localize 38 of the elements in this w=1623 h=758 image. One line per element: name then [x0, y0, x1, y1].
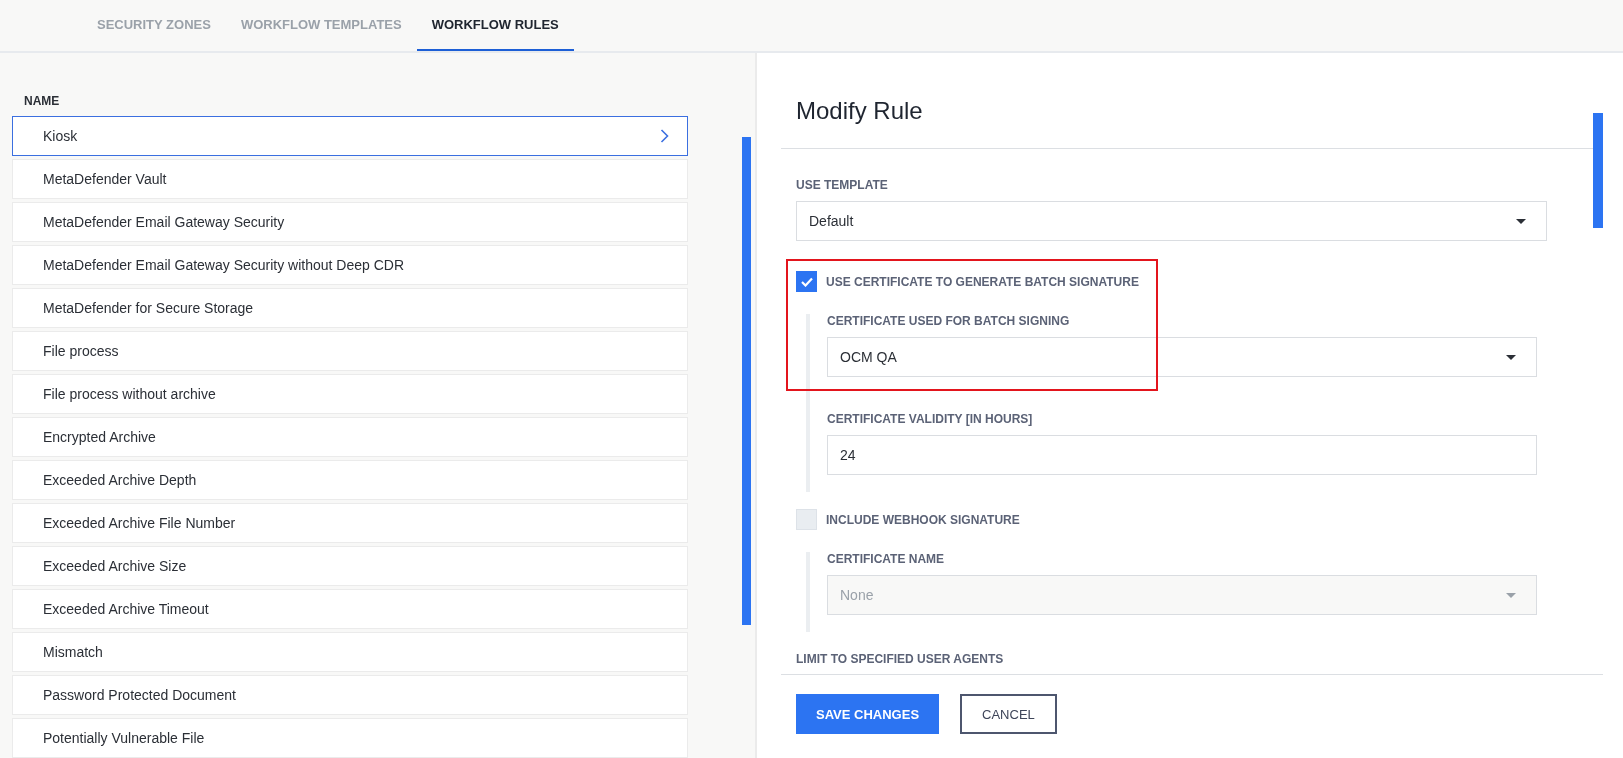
field-label: USE CERTIFICATE TO GENERATE BATCH SIGNATURE	[826, 274, 1139, 289]
scrollbar-thumb[interactable]	[1593, 113, 1603, 228]
rule-list-item[interactable]: Exceeded Archive File Number	[12, 503, 688, 543]
caret-down-icon	[1506, 354, 1516, 360]
rule-list-item[interactable]: Encrypted Archive	[12, 417, 688, 457]
rule-list-item[interactable]: MetaDefender for Secure Storage	[12, 288, 688, 328]
checkbox[interactable]	[796, 271, 817, 292]
tab[interactable]: WORKFLOW RULES	[416, 0, 574, 51]
caret-down-icon	[1516, 218, 1526, 224]
rule-list-item[interactable]: File process without archive	[12, 374, 688, 414]
checkmark-icon	[800, 276, 813, 287]
field-label: CERTIFICATE USED FOR BATCH SIGNING	[827, 314, 1070, 328]
rule-list-item[interactable]: Kiosk	[12, 116, 688, 156]
dropdown[interactable]: Default	[796, 201, 1547, 241]
panel-title: Modify Rule	[796, 96, 923, 126]
rule-list-item[interactable]: Exceeded Archive Timeout	[12, 589, 688, 629]
rule-list-item[interactable]: Exceeded Archive Depth	[12, 460, 688, 500]
cancel-button[interactable]: CANCEL	[960, 694, 1057, 734]
rule-list-item[interactable]: Exceeded Archive Size	[12, 546, 688, 586]
field-label: INCLUDE WEBHOOK SIGNATURE	[826, 512, 1020, 527]
field-label: USE TEMPLATE	[796, 178, 888, 192]
input-field[interactable]: 24	[827, 435, 1537, 475]
rule-list-item[interactable]: File process	[12, 331, 688, 371]
caret-down-icon	[1506, 592, 1516, 598]
rule-list-item[interactable]: Potentially Vulnerable File	[12, 718, 688, 758]
save-button[interactable]: SAVE CHANGES	[796, 694, 940, 734]
field-label: CERTIFICATE NAME	[827, 552, 945, 566]
rule-list-item[interactable]: MetaDefender Email Gateway Security	[12, 202, 688, 242]
rule-list-item[interactable]: MetaDefender Vault	[12, 159, 688, 199]
field-label: CERTIFICATE VALIDITY [IN HOURS]	[827, 412, 1033, 426]
dropdown[interactable]: OCM QA	[827, 337, 1537, 377]
column-header: NAME	[24, 94, 60, 108]
chevron-right-icon	[660, 129, 669, 143]
rule-list-item[interactable]: Password Protected Document	[12, 675, 688, 715]
field-label: LIMIT TO SPECIFIED USER AGENTS	[796, 652, 1004, 666]
rule-list-item[interactable]: MetaDefender Email Gateway Security without Deep CDR	[12, 245, 688, 285]
scrollbar-thumb[interactable]	[742, 137, 751, 625]
rule-list-item[interactable]: Mismatch	[12, 632, 688, 672]
